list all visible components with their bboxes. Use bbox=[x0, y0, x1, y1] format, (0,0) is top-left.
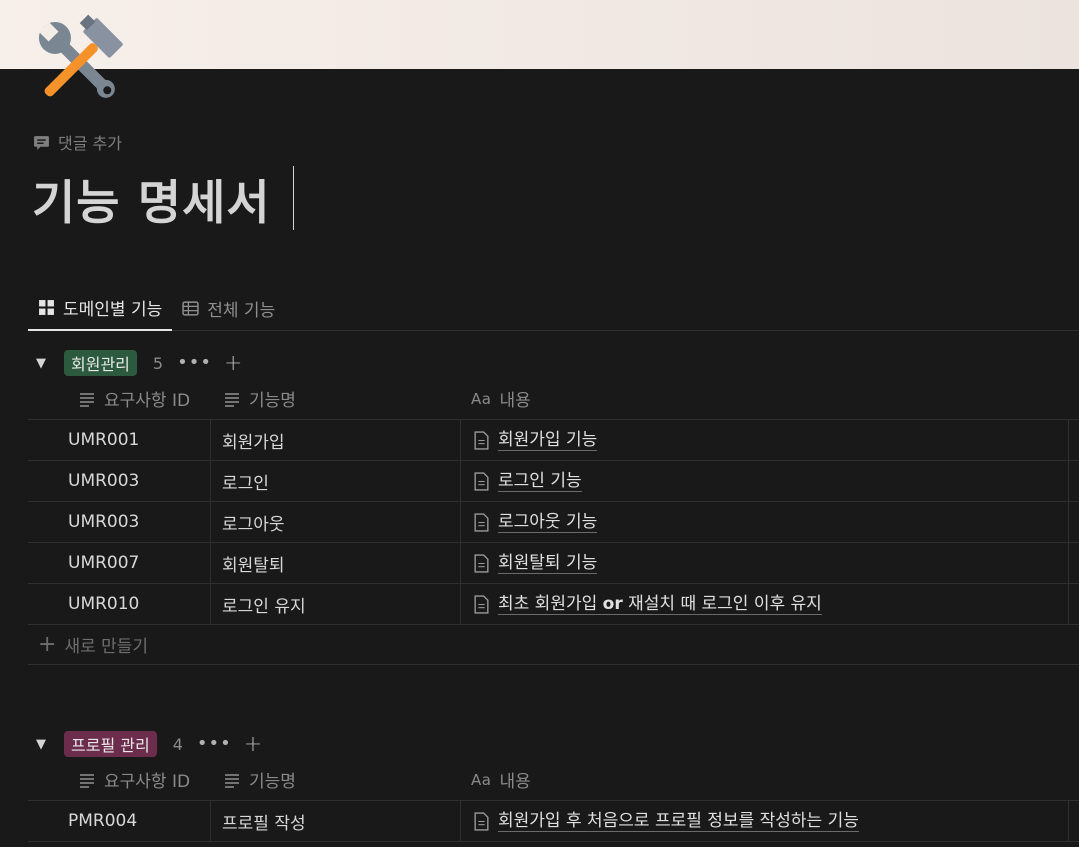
page-icon bbox=[474, 430, 489, 450]
column-header-label: 요구사항 ID bbox=[104, 772, 191, 792]
new-row-label: 새로 만들기 bbox=[64, 637, 149, 657]
table-row[interactable]: PMR004 프로필 작성 회원가입 후 처음으로 프로필 정보를 작성하는 기… bbox=[28, 801, 1079, 842]
add-icon[interactable]: + bbox=[244, 732, 262, 757]
page-link[interactable]: 최초 회원가입 or 재설치 때 로그인 이후 유지 bbox=[498, 594, 822, 615]
column-header-row: 요구사항 ID 기능명 Aa 내용 bbox=[28, 378, 1079, 420]
toggle-triangle-icon[interactable]: ▼ bbox=[36, 737, 50, 752]
cell-content: 회원가입 후 처음으로 프로필 정보를 작성하는 기능 bbox=[461, 801, 1069, 841]
cell-name: 회원가입 bbox=[211, 420, 461, 460]
board-icon bbox=[39, 300, 54, 315]
text-lines-icon bbox=[225, 773, 239, 788]
column-header-name[interactable]: 기능명 bbox=[211, 378, 461, 419]
group-tag[interactable]: 회원관리 bbox=[64, 350, 137, 376]
cell-id: UMR003 bbox=[28, 502, 211, 542]
table-row[interactable]: UMR010 로그인 유지 최초 회원가입 or 재설치 때 로그인 이후 유지 bbox=[28, 584, 1079, 625]
text-lines-icon bbox=[225, 392, 239, 407]
table-row[interactable]: UMR003 로그인 로그인 기능 bbox=[28, 461, 1079, 502]
column-header-label: 기능명 bbox=[249, 391, 296, 411]
page-icon bbox=[474, 811, 489, 831]
cell-name: 로그인 유지 bbox=[211, 584, 461, 624]
cell-name: 로그아웃 bbox=[211, 502, 461, 542]
plus-icon: + bbox=[38, 632, 57, 657]
title-property-icon: Aa bbox=[471, 770, 492, 789]
link-text: 최초 회원가입 bbox=[498, 593, 603, 614]
add-comment-label: 댓글 추가 bbox=[58, 134, 122, 153]
group-header: ▼ 회원관리 5 ••• + bbox=[28, 348, 1079, 378]
link-text-bold: or bbox=[602, 593, 623, 614]
cell-content: 로그아웃 기능 bbox=[461, 502, 1069, 542]
table-icon bbox=[182, 300, 199, 316]
cell-id: PMR004 bbox=[28, 801, 211, 841]
column-header-label: 기능명 bbox=[249, 772, 296, 792]
hammer-and-wrench-icon[interactable] bbox=[26, 12, 132, 112]
group-tag[interactable]: 프로필 관리 bbox=[64, 731, 157, 757]
column-header-label: 내용 bbox=[499, 391, 531, 411]
page-link[interactable]: 로그인 기능 bbox=[498, 471, 582, 492]
group-member-management: ▼ 회원관리 5 ••• + 요구사항 ID 기능명 Aa 내용 UMR001 … bbox=[28, 348, 1079, 665]
group-count: 5 bbox=[152, 353, 164, 373]
cell-content: 최초 회원가입 or 재설치 때 로그인 이후 유지 bbox=[461, 584, 1069, 624]
page-link[interactable]: 회원탈퇴 기능 bbox=[498, 553, 598, 574]
cell-content: 회원탈퇴 기능 bbox=[461, 543, 1069, 583]
column-header-label: 내용 bbox=[499, 772, 531, 792]
column-header-id[interactable]: 요구사항 ID bbox=[28, 378, 211, 419]
page-icon bbox=[474, 553, 489, 573]
text-lines-icon bbox=[80, 773, 94, 788]
column-header-content[interactable]: Aa 내용 bbox=[461, 759, 1069, 800]
cell-content: 로그인 기능 bbox=[461, 461, 1069, 501]
tab-label: 전체 기능 bbox=[207, 300, 276, 321]
add-comment-button[interactable]: 댓글 추가 bbox=[33, 130, 122, 154]
page-link[interactable]: 회원가입 기능 bbox=[498, 430, 598, 451]
cell-name: 프로필 작성 bbox=[211, 801, 461, 841]
text-caret bbox=[293, 166, 294, 230]
page-link[interactable]: 회원가입 후 처음으로 프로필 정보를 작성하는 기능 bbox=[498, 811, 859, 832]
cell-id: UMR010 bbox=[28, 584, 211, 624]
column-header-id[interactable]: 요구사항 ID bbox=[28, 759, 211, 800]
page-icon bbox=[474, 512, 489, 532]
table-row[interactable]: UMR001 회원가입 회원가입 기능 bbox=[28, 420, 1079, 461]
tab-label: 도메인별 기능 bbox=[63, 300, 163, 320]
link-text: 재설치 때 로그인 이후 유지 bbox=[622, 593, 822, 614]
tab-domain-features[interactable]: 도메인별 기능 bbox=[28, 286, 173, 331]
group-profile-management: ▼ 프로필 관리 4 ••• + 요구사항 ID 기능명 Aa 내용 PMR00… bbox=[28, 729, 1079, 842]
cell-name: 회원탈퇴 bbox=[211, 543, 461, 583]
more-options-icon[interactable]: ••• bbox=[197, 735, 232, 753]
new-row-button[interactable]: + 새로 만들기 bbox=[28, 625, 1079, 665]
cell-name: 로그인 bbox=[211, 461, 461, 501]
tab-all-features[interactable]: 전체 기능 bbox=[172, 286, 285, 330]
view-tabs: 도메인별 기능 전체 기능 bbox=[28, 286, 1079, 331]
column-header-name[interactable]: 기능명 bbox=[211, 759, 461, 800]
page-icon bbox=[474, 594, 489, 614]
column-header-label: 요구사항 ID bbox=[104, 391, 191, 411]
title-property-icon: Aa bbox=[471, 389, 492, 408]
column-header-row: 요구사항 ID 기능명 Aa 내용 bbox=[28, 759, 1079, 801]
column-header-content[interactable]: Aa 내용 bbox=[461, 378, 1069, 419]
group-count: 4 bbox=[172, 734, 183, 754]
cell-id: UMR001 bbox=[28, 420, 211, 460]
page-title[interactable]: 기능 명세서 bbox=[32, 164, 271, 233]
more-options-icon[interactable]: ••• bbox=[177, 354, 212, 372]
text-lines-icon bbox=[80, 392, 94, 407]
cell-id: UMR003 bbox=[28, 461, 211, 501]
add-icon[interactable]: + bbox=[224, 351, 242, 376]
group-header: ▼ 프로필 관리 4 ••• + bbox=[28, 729, 1079, 759]
table-row[interactable]: UMR003 로그아웃 로그아웃 기능 bbox=[28, 502, 1079, 543]
page-cover[interactable] bbox=[0, 0, 1079, 69]
toggle-triangle-icon[interactable]: ▼ bbox=[36, 356, 50, 371]
comment-icon bbox=[34, 135, 49, 150]
table-row[interactable]: UMR007 회원탈퇴 회원탈퇴 기능 bbox=[28, 543, 1079, 584]
cell-content: 회원가입 기능 bbox=[461, 420, 1069, 460]
page-icon bbox=[474, 471, 489, 491]
cell-id: UMR007 bbox=[28, 543, 211, 583]
page-link[interactable]: 로그아웃 기능 bbox=[498, 512, 598, 533]
